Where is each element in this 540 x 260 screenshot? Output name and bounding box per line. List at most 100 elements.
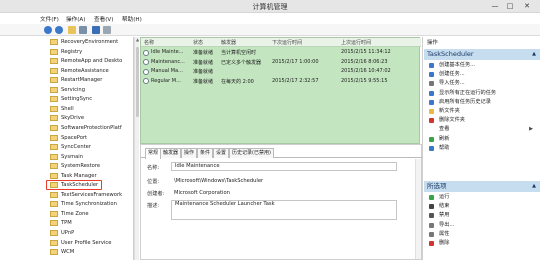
action-label: 创建任务... [439,71,465,78]
action-item[interactable]: 创建基本任务... [425,61,537,70]
action-item[interactable]: 结束 [425,202,537,211]
table-row[interactable]: Maintenanc... 准备就绪 已定义多个触发器 2015/2/17 1:00:… [141,58,421,67]
tree-item-label: Sysmain [61,153,84,160]
folder-icon [50,172,58,179]
tree-item-label: UPnP [61,230,75,236]
action-item[interactable]: 属性 [425,230,537,239]
menu-action[interactable]: 操作(A) [66,15,85,23]
tree-item[interactable]: UPnP [44,229,132,237]
tree-item-label: TextServicesFramework [61,191,123,198]
tree-item[interactable]: SpacePort [44,134,132,142]
column-header-last-run[interactable]: 上次运行时间 [341,39,371,46]
action-item[interactable]: 帮助 [425,144,537,153]
name-field[interactable]: Idle Maintenance [171,162,397,171]
action-item[interactable]: 导出... [425,221,537,230]
action-item[interactable]: 刷新 [425,135,537,144]
tree-item[interactable]: RecoveryEnvironment [44,38,132,46]
tree-item[interactable]: SyncCenter [44,143,132,151]
close-button[interactable]: ✕ [520,1,534,11]
tree-item[interactable]: Servicing [44,86,132,94]
table-row[interactable]: Idle Mainte... 准备就绪 当计算机空闲时 2015/2/15 11:34… [141,48,421,57]
task-detail-pane: 常规 触发器 操作 条件 设置 历史记录(已禁用) 名称: Idle Maint… [140,144,423,260]
action-label: 显示所有正在运行的任务 [439,89,497,96]
tree-item[interactable]: Registry [44,48,132,56]
tree-item[interactable]: Sysmain [44,153,132,161]
column-header-name[interactable]: 名称 [144,39,154,46]
table-cell: Idle Mainte... [151,49,184,55]
section-selected-item[interactable]: 所选项 ▲ [424,181,540,192]
tab-history[interactable]: 历史记录(已禁用) [229,148,274,158]
description-label: 描述: [147,203,160,209]
tree-item[interactable]: Time Zone [44,210,132,218]
tree-item[interactable]: Shell [44,105,132,113]
tree-item[interactable]: RemoteAssistance [44,67,132,75]
tree-item[interactable]: SkyDrive [44,114,132,122]
folder-icon[interactable] [68,26,76,34]
help-icon[interactable] [92,26,100,34]
column-header-trigger[interactable]: 触发器 [221,39,236,46]
tree-item[interactable]: Time Synchronization [44,200,132,208]
menu-file[interactable]: 文件(F) [40,15,59,23]
tree-item[interactable]: TPM [44,219,132,227]
column-header-status[interactable]: 状态 [193,39,203,46]
menu-view[interactable]: 查看(V) [94,15,113,23]
tree-item[interactable]: SettingSync [44,95,132,103]
export-icon [429,222,434,228]
action-item[interactable]: 删除 [425,239,537,248]
section-title: TaskScheduler [427,50,474,58]
tree-item[interactable]: SystemRestore [44,162,132,170]
table-row[interactable]: Manual Ma... 准备就绪 2015/2/16 10:47:02 [141,67,421,76]
tab-settings[interactable]: 设置 [213,148,230,158]
tab-actions[interactable]: 操作 [181,148,198,158]
tree-item[interactable]: Task Manager [44,172,132,180]
table-row[interactable]: Regular M... 准备就绪 在每天的 2:00 2015/2/17 2:32:… [141,77,421,86]
tree-item[interactable]: RestartManager [44,76,132,84]
minimize-button[interactable]: — [488,1,502,11]
back-icon[interactable] [44,26,52,34]
create-basic-task-icon [429,63,434,68]
tree-item[interactable]: SoftwareProtectionPlatf [44,124,132,132]
toolbar [0,24,540,36]
action-item[interactable]: 禁用 [425,211,537,220]
table-cell: 2015/2/17 2:32:57 [272,77,319,84]
delete-folder-icon [429,118,434,124]
run-icon [429,195,434,200]
detail-scrollbar[interactable] [415,159,421,259]
column-header-next-run[interactable]: 下次运行时间 [272,39,302,46]
action-item[interactable]: 查看 ▶ [425,125,537,134]
properties-icon[interactable] [79,26,87,34]
maximize-button[interactable]: □ [503,1,517,11]
tree-item[interactable]: WCM [44,248,132,256]
create-task-icon [429,72,434,78]
tree-scrollbar[interactable]: ▲ [134,37,139,260]
tree-item[interactable]: TextServicesFramework [44,191,132,199]
description-field[interactable]: Maintenance Scheduler Launcher Task [171,200,397,220]
tab-general[interactable]: 常规 [145,148,162,159]
tab-conditions[interactable]: 条件 [197,148,214,158]
tree-item[interactable]: User Profile Service [44,239,132,247]
collapse-icon[interactable]: ▲ [532,49,536,60]
section-taskscheduler[interactable]: TaskScheduler ▲ [424,49,540,60]
location-value: \Microsoft\Windows\TaskScheduler [174,178,264,184]
panel-icon[interactable] [103,26,111,34]
action-item[interactable]: 启用所有任务历史记录 [425,98,537,107]
scroll-thumb[interactable] [135,47,139,117]
tree-item[interactable]: RemoteApp and Deskto [44,57,132,65]
actions-header: 操作 [427,40,438,46]
table-cell: 准备就绪 [193,78,214,85]
collapse-icon[interactable]: ▲ [532,181,536,192]
new-folder-icon [429,109,434,114]
tree-item-label: Servicing [61,86,86,93]
forward-icon[interactable] [55,26,63,34]
action-item[interactable]: 新文件夹 [425,107,537,116]
action-item[interactable]: 创建任务... [425,70,537,79]
action-item[interactable]: 运行 [425,193,537,202]
tab-triggers[interactable]: 触发器 [160,148,182,158]
action-item[interactable]: 导入任务... [425,79,537,88]
action-item[interactable]: 删除文件夹 [425,116,537,125]
folder-icon [50,153,58,160]
action-item[interactable]: 显示所有正在运行的任务 [425,89,537,98]
folder-icon [50,144,58,151]
menu-help[interactable]: 帮助(H) [122,15,142,23]
section-title: 所选项 [427,182,447,190]
